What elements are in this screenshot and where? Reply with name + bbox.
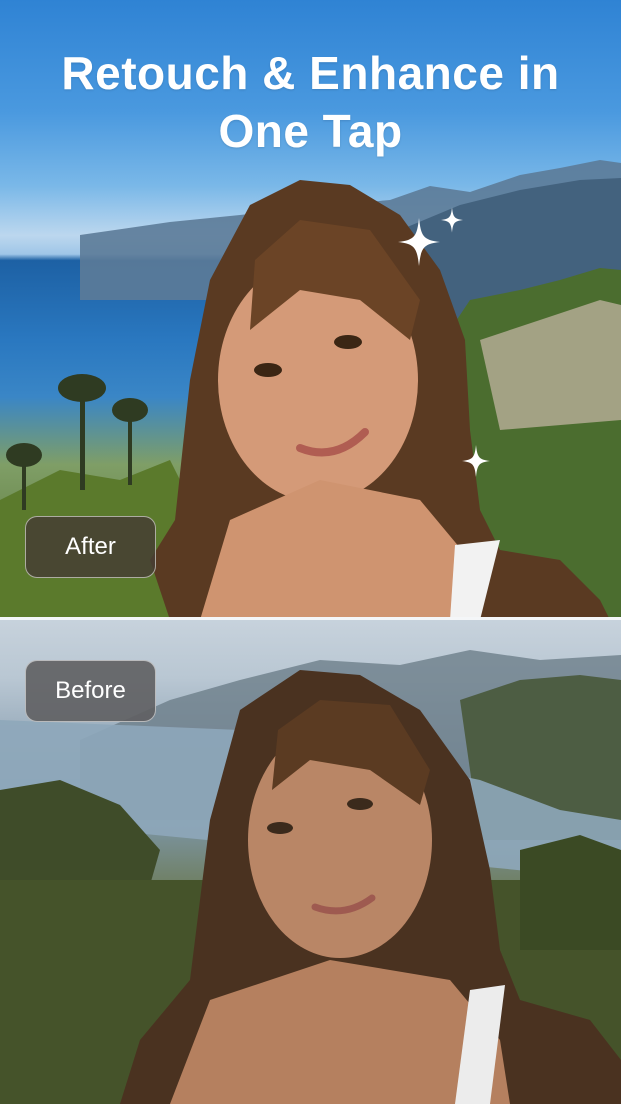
headline-line-2: One Tap [218,105,403,157]
after-label: After [25,516,156,578]
before-label: Before [25,660,156,722]
sparkle-icon [398,218,440,266]
after-label-text: After [65,533,116,560]
sparkle-icon [462,445,490,477]
headline: Retouch & Enhance in One Tap [0,44,621,160]
sparkle-icon [441,207,463,233]
headline-line-1: Retouch & Enhance in [61,47,560,99]
before-label-text: Before [55,677,126,704]
